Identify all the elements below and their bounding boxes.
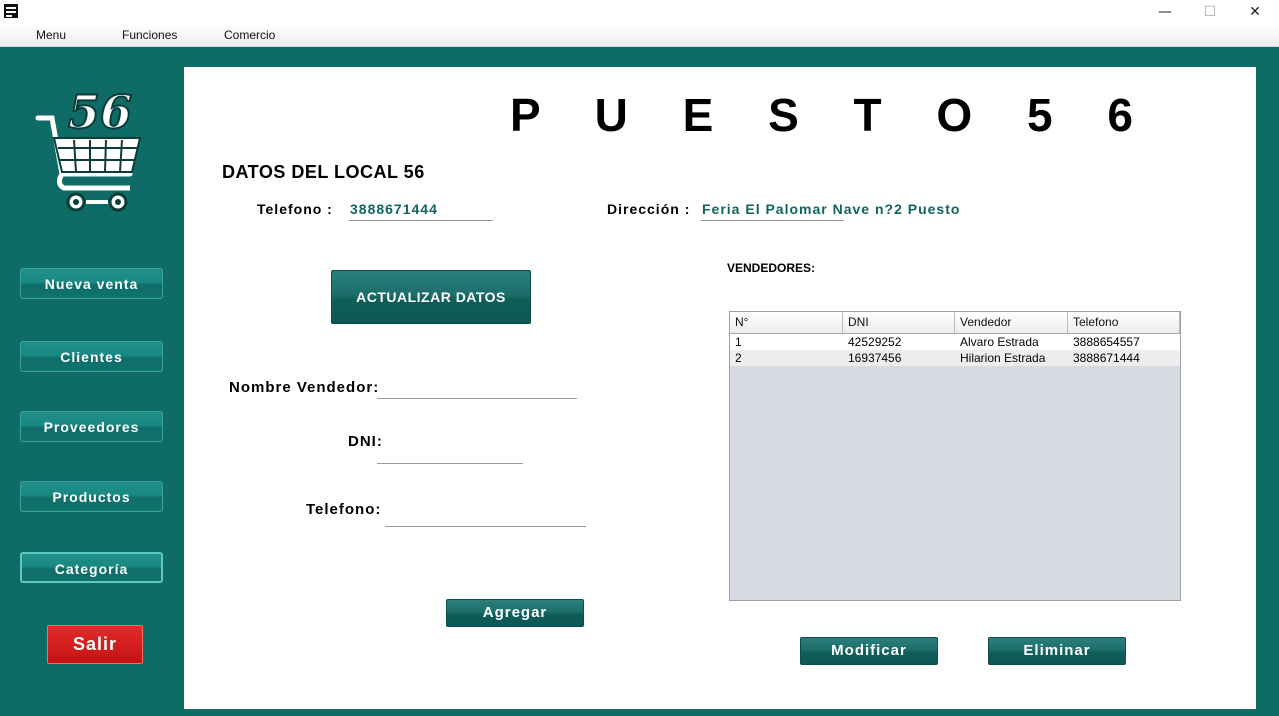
menu-item-comercio[interactable]: Comercio <box>224 28 275 42</box>
menu-bar: Menu Funciones Comercio <box>0 25 1279 47</box>
cell-numero: 1 <box>735 335 742 349</box>
column-header-numero[interactable]: N° <box>730 312 843 333</box>
modificar-button[interactable]: Modificar <box>800 637 938 665</box>
telefono-form-label: Telefono: <box>306 501 382 518</box>
cell-dni: 42529252 <box>848 335 902 349</box>
cell-telefono: 3888671444 <box>1073 351 1140 365</box>
menu-item-funciones[interactable]: Funciones <box>122 28 177 42</box>
direccion-value: Feria El Palomar Nave n?2 Puesto <box>702 201 961 217</box>
proveedores-button[interactable]: Proveedores <box>20 411 163 442</box>
title-bar: — ☐ ✕ <box>0 0 1279 25</box>
section-title: DATOS DEL LOCAL 56 <box>222 162 425 182</box>
column-header-dni[interactable]: DNI <box>843 312 955 333</box>
telefono-value: 3888671444 <box>350 201 438 217</box>
telefono-label: Telefono : <box>257 201 333 217</box>
menu-item-menu[interactable]: Menu <box>36 28 66 42</box>
close-button[interactable]: ✕ <box>1232 2 1278 22</box>
clientes-button[interactable]: Clientes <box>20 341 163 372</box>
minimize-button[interactable]: — <box>1142 2 1188 22</box>
logo-text: 56 <box>68 85 132 139</box>
productos-button[interactable]: Productos <box>20 481 163 512</box>
eliminar-button[interactable]: Eliminar <box>988 637 1126 665</box>
page-title: P U E S T O 5 6 <box>510 89 1154 141</box>
nueva-venta-button[interactable]: Nueva venta <box>20 268 163 299</box>
cart-logo-icon: 56 <box>35 84 142 212</box>
cell-vendedor: Alvaro Estrada <box>960 335 1039 349</box>
nombre-vendedor-label: Nombre Vendedor: <box>229 379 380 396</box>
cell-vendedor: Hilarion Estrada <box>960 351 1046 365</box>
categoria-button[interactable]: Categoría <box>20 552 163 583</box>
telefono-input[interactable] <box>385 503 586 527</box>
dni-input[interactable] <box>377 440 523 464</box>
direccion-label: Dirección : <box>607 201 691 217</box>
telefono-underline <box>349 220 493 221</box>
cell-numero: 2 <box>735 351 742 365</box>
nombre-vendedor-input[interactable] <box>377 376 577 399</box>
salir-button[interactable]: Salir <box>47 625 143 664</box>
table-row[interactable]: 1 42529252 Alvaro Estrada 3888654557 <box>730 334 1180 350</box>
cell-dni: 16937456 <box>848 351 902 365</box>
app-icon <box>4 4 18 18</box>
direccion-underline <box>701 220 844 221</box>
cell-telefono: 3888654557 <box>1073 335 1140 349</box>
agregar-button[interactable]: Agregar <box>446 599 584 627</box>
vendedores-table[interactable]: N° DNI Vendedor Telefono 1 42529252 Alva… <box>729 311 1181 601</box>
actualizar-datos-button[interactable]: ACTUALIZAR DATOS <box>331 270 531 324</box>
maximize-button[interactable]: ☐ <box>1187 2 1233 22</box>
vendedores-label: VENDEDORES: <box>727 261 816 275</box>
table-header: N° DNI Vendedor Telefono <box>730 312 1180 334</box>
column-header-vendedor[interactable]: Vendedor <box>955 312 1068 333</box>
column-header-telefono[interactable]: Telefono <box>1068 312 1180 333</box>
table-row[interactable]: 2 16937456 Hilarion Estrada 3888671444 <box>730 350 1180 366</box>
